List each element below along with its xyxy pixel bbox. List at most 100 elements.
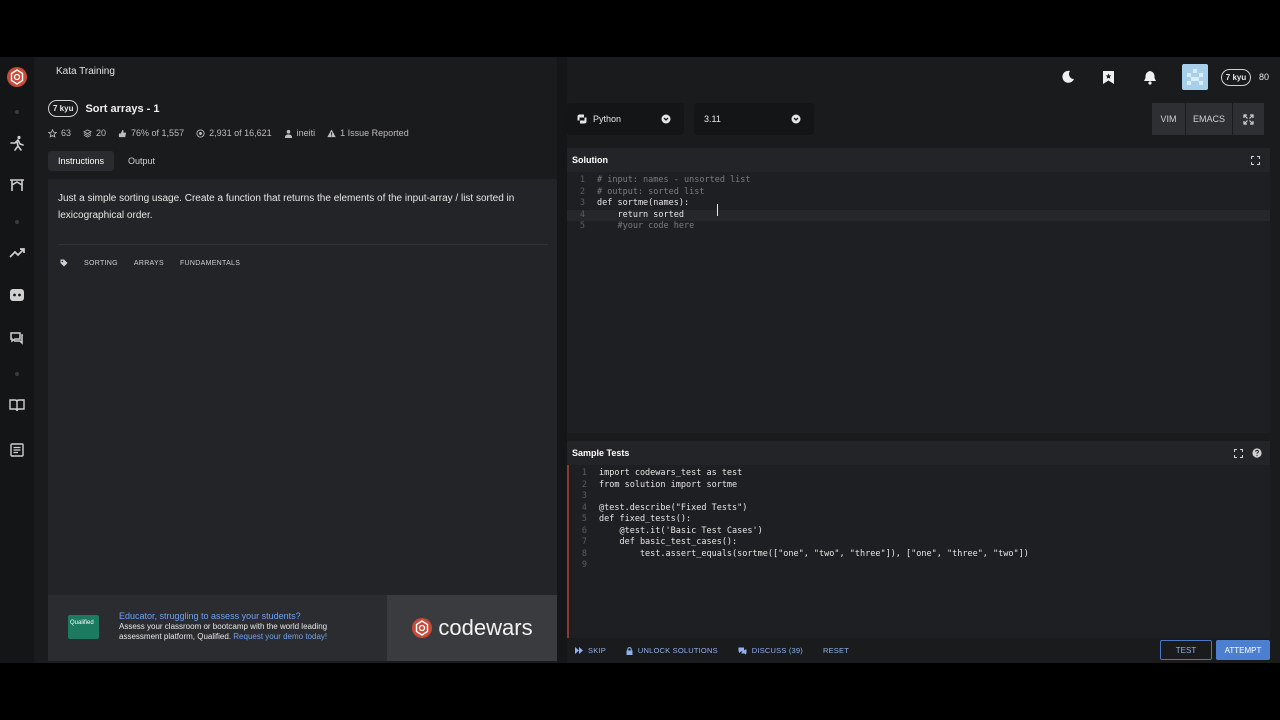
help-icon[interactable] xyxy=(1252,448,1262,458)
warning-icon xyxy=(327,128,336,137)
pane-divider[interactable] xyxy=(557,57,567,663)
expand-icon[interactable] xyxy=(1251,155,1260,165)
star-icon xyxy=(48,128,57,138)
code-line: 2 # output: sorted list xyxy=(579,186,705,197)
forum-icon[interactable] xyxy=(8,329,26,347)
solution-header: Solution xyxy=(567,148,1270,172)
code-line: 6 @test.it('Basic Test Cases') xyxy=(581,525,763,536)
completions-stat: 2,931 of 16,621 xyxy=(196,128,272,138)
app-window: Kata Training 7 kyu 80 7 kyu Sort arrays… xyxy=(0,57,1280,663)
code-line: 9 xyxy=(581,560,587,570)
user-rank-badge[interactable]: 7 kyu xyxy=(1218,65,1254,89)
language-select[interactable]: Python xyxy=(567,103,684,135)
code-text: return sorted xyxy=(597,209,684,220)
code-text: def basic_test_cases(): xyxy=(599,537,738,547)
code-line: 1 # input: names - unsorted list xyxy=(579,175,751,185)
notifications-button[interactable] xyxy=(1140,65,1160,89)
code-line: 3 def sortme(names): xyxy=(579,198,690,208)
code-line: 8 test.assert_equals(sortme(["one", "two… xyxy=(581,548,1029,559)
ad-demo-link[interactable]: Request your demo today! xyxy=(233,632,327,641)
expand-icon[interactable] xyxy=(1234,448,1243,458)
satisfaction-value: 76% of 1,557 xyxy=(131,128,185,138)
qualified-ad: Qualified Educator, struggling to assess… xyxy=(48,595,557,661)
tab-instructions[interactable]: Instructions xyxy=(48,151,115,171)
avatar[interactable] xyxy=(1182,64,1208,90)
sidebar-separator xyxy=(15,110,19,114)
code-text: from solution import sortme xyxy=(599,479,738,490)
tag-list: SORTING ARRAYS FUNDAMENTALS xyxy=(60,259,240,267)
discuss-label: DISCUSS (39) xyxy=(751,646,803,655)
code-line: 3 xyxy=(581,491,587,501)
code-text: import codewars_test as test xyxy=(599,468,743,478)
sidebar-separator xyxy=(15,372,19,376)
instructions-panel: Just a simple sorting usage. Create a fu… xyxy=(48,179,557,595)
sample-tests-editor[interactable]: 1 import codewars_test as test 2 from solu… xyxy=(567,465,1270,638)
unlock-solutions-button[interactable]: UNLOCK SOLUTIONS xyxy=(626,646,718,655)
solution-editor[interactable]: 1 # input: names - unsorted list 2 # outpu… xyxy=(567,172,1270,433)
training-icon[interactable] xyxy=(8,134,26,152)
code-line: 5 def fixed_tests(): xyxy=(581,514,692,524)
tag-icon xyxy=(60,259,68,267)
issues-stat[interactable]: 1 Issue Reported xyxy=(327,128,409,138)
fullscreen-button[interactable] xyxy=(1233,103,1264,135)
code-line: 2 from solution import sortme xyxy=(581,479,738,490)
docs-icon[interactable] xyxy=(8,396,26,414)
codewars-brand[interactable]: codewars xyxy=(387,595,557,661)
code-text: # output: sorted list xyxy=(597,186,705,197)
solution-title: Solution xyxy=(572,155,608,165)
layers-icon xyxy=(83,128,93,138)
kata-stats: 63 20 76% of 1,557 2,931 of 16,621 ineit… xyxy=(48,128,409,138)
reset-button[interactable]: RESET xyxy=(823,646,849,655)
moon-icon xyxy=(1062,70,1074,83)
avatar-identicon xyxy=(1187,69,1203,85)
skip-label: SKIP xyxy=(588,646,606,655)
version-select[interactable]: 3.11 xyxy=(694,103,814,135)
code-line: 7 def basic_test_cases(): xyxy=(581,537,738,547)
lock-icon xyxy=(626,646,633,655)
test-button[interactable]: TEST xyxy=(1160,640,1212,660)
qualified-logo: Qualified xyxy=(68,615,99,639)
description-tabs: Instructions Output xyxy=(48,151,165,171)
attempt-button[interactable]: ATTEMPT xyxy=(1216,640,1270,660)
discuss-button[interactable]: DISCUSS (39) xyxy=(738,646,803,655)
code-text: @test.describe("Fixed Tests") xyxy=(599,502,748,513)
code-line: 4 @test.describe("Fixed Tests") xyxy=(581,502,748,513)
code-text: def fixed_tests(): xyxy=(599,514,692,524)
skip-button[interactable]: SKIP xyxy=(575,646,606,655)
language-value: Python xyxy=(593,114,622,124)
bookmarks-button[interactable] xyxy=(1098,65,1118,89)
kata-header: 7 kyu Sort arrays - 1 xyxy=(48,100,159,117)
tag-item[interactable]: SORTING xyxy=(84,260,118,267)
tag-item[interactable]: FUNDAMENTALS xyxy=(180,260,240,267)
practice-icon[interactable] xyxy=(8,176,26,194)
codewars-logo-icon xyxy=(412,618,433,638)
thumbs-up-icon xyxy=(118,129,127,137)
kata-rank-badge: 7 kyu xyxy=(48,100,79,117)
code-text: test.assert_equals(sortme(["one", "two",… xyxy=(599,548,1029,559)
collections-stat[interactable]: 20 xyxy=(83,128,106,138)
tab-output[interactable]: Output xyxy=(118,151,165,171)
leaderboard-icon[interactable] xyxy=(8,244,26,262)
user-icon xyxy=(284,129,292,138)
ad-headline[interactable]: Educator, struggling to assess your stud… xyxy=(119,611,301,621)
emacs-button[interactable]: EMACS xyxy=(1186,103,1232,135)
codewars-logo-icon[interactable] xyxy=(6,66,28,88)
stars-stat[interactable]: 63 xyxy=(48,128,71,138)
discord-icon[interactable] xyxy=(8,286,26,304)
python-icon xyxy=(577,114,587,124)
code-line-active: 4 return sorted xyxy=(567,209,1270,221)
sample-tests-header: Sample Tests xyxy=(567,441,1270,465)
blog-icon[interactable] xyxy=(8,441,26,459)
description-divider xyxy=(58,244,548,245)
honor-count[interactable]: 80 xyxy=(1256,65,1272,89)
stars-count: 63 xyxy=(61,128,72,138)
tag-item[interactable]: ARRAYS xyxy=(134,260,164,267)
expand-icon xyxy=(1243,113,1254,125)
author-stat[interactable]: ineiti xyxy=(284,128,315,138)
comments-icon xyxy=(738,647,747,655)
vim-button[interactable]: VIM xyxy=(1152,103,1185,135)
dark-mode-toggle[interactable] xyxy=(1058,65,1078,89)
collections-count: 20 xyxy=(96,128,107,138)
bookmark-icon xyxy=(1102,70,1114,84)
completions-value: 2,931 of 16,621 xyxy=(209,128,272,138)
